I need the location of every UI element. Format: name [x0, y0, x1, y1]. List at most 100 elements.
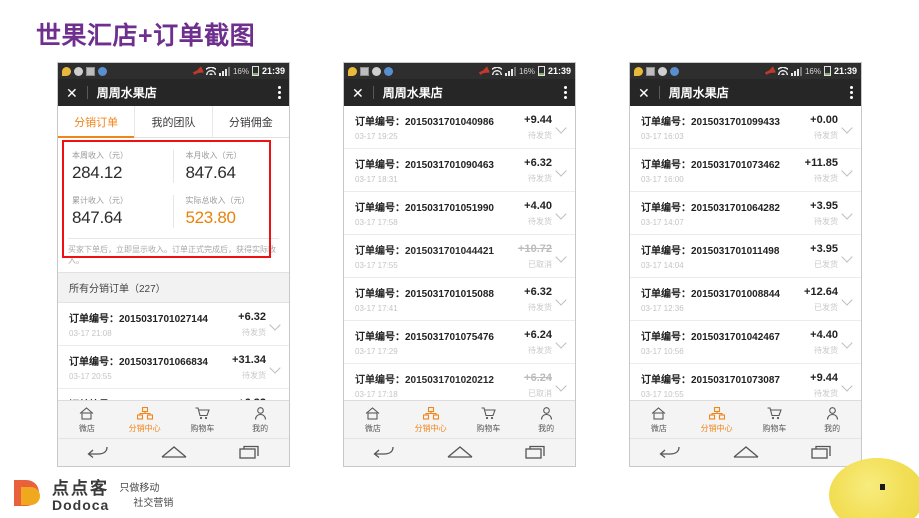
order-amount: +11.85 [804, 156, 838, 169]
order-time: 03-17 17:55 [355, 261, 398, 270]
order-number: 订单编号：2015031701027144 [69, 314, 208, 325]
order-amount: +31.34 [232, 353, 266, 366]
order-time: 03-17 17:58 [355, 218, 398, 227]
order-row[interactable]: 订单编号：2015031701008844 03-17 12:36 +12.64… [630, 278, 861, 321]
chevron-down-icon[interactable] [270, 362, 281, 373]
chevron-down-icon[interactable] [842, 294, 853, 305]
chevron-down-icon[interactable] [556, 380, 567, 391]
chevron-down-icon[interactable] [842, 122, 853, 133]
recents-icon[interactable] [498, 445, 575, 459]
photo-icon [360, 66, 369, 76]
nav-item-profile[interactable]: 我的 [231, 401, 289, 438]
order-row[interactable]: 订单编号：2015031701020212 03-17 17:18 +6.24 … [344, 364, 575, 400]
nav-item-distribution[interactable]: 分销中心 [116, 401, 174, 438]
order-row[interactable]: 订单编号：2015031701040986 03-17 19:25 +9.44 … [344, 106, 575, 149]
nav-item-cart[interactable]: 购物车 [460, 401, 518, 438]
nav-item-store[interactable]: 微店 [630, 401, 688, 438]
nav-item-store[interactable]: 微店 [58, 401, 116, 438]
order-time: 03-17 21:08 [69, 329, 112, 338]
chevron-down-icon[interactable] [842, 337, 853, 348]
android-soft-keys [344, 438, 575, 466]
close-icon[interactable]: ✕ [66, 86, 78, 100]
chevron-down-icon[interactable] [556, 208, 567, 219]
order-row[interactable]: 订单编号：2015031701051990 03-17 17:58 +4.40 … [344, 192, 575, 235]
order-list-1[interactable]: 订单编号：2015031701027144 03-17 21:08 +6.32 … [58, 303, 289, 400]
phone-screenshot-3: 16% 21:39 ✕ 周周水果店 订单编号：2015031701099433 … [629, 62, 862, 467]
chevron-down-icon[interactable] [842, 251, 853, 262]
order-number: 订单编号：2015031701015088 [355, 289, 494, 300]
order-row[interactable]: 订单编号：2015031701044421 03-17 17:55 +10.72… [344, 235, 575, 278]
back-icon[interactable] [630, 445, 707, 459]
recents-icon[interactable] [212, 445, 289, 459]
dodoca-logo-icon [12, 478, 46, 514]
nav-item-profile[interactable]: 我的 [517, 401, 575, 438]
order-status: 待发货 [528, 345, 552, 355]
chevron-down-icon[interactable] [842, 165, 853, 176]
order-row[interactable]: 订单编号：2015031701099433 03-17 16:03 +0.00 … [630, 106, 861, 149]
chevron-down-icon[interactable] [556, 122, 567, 133]
weather-icon [62, 66, 71, 76]
weather-icon [348, 66, 357, 76]
nav-item-store[interactable]: 微店 [344, 401, 402, 438]
logo-name-en: Dodoca [52, 496, 110, 513]
overflow-menu-icon[interactable] [564, 86, 567, 99]
person-icon [517, 406, 575, 421]
order-amount: +3.95 [810, 242, 838, 255]
income-label: 本月收入（元） [185, 151, 242, 160]
order-list-2[interactable]: 订单编号：2015031701040986 03-17 19:25 +9.44 … [344, 106, 575, 400]
order-row[interactable]: 订单编号：2015031701073087 03-17 10:55 +9.44 … [630, 364, 861, 400]
tab-distribution-orders[interactable]: 分销订单 [58, 106, 136, 138]
chevron-down-icon[interactable] [556, 337, 567, 348]
back-icon[interactable] [58, 445, 135, 459]
nav-item-distribution[interactable]: 分销中心 [688, 401, 746, 438]
nav-item-profile[interactable]: 我的 [803, 401, 861, 438]
close-icon[interactable]: ✕ [352, 86, 364, 100]
home-icon[interactable] [707, 445, 784, 459]
back-icon[interactable] [344, 445, 421, 459]
order-row[interactable]: 订单编号：2015031701090463 03-17 18:31 +6.32 … [344, 149, 575, 192]
order-list-3[interactable]: 订单编号：2015031701099433 03-17 16:03 +0.00 … [630, 106, 861, 400]
battery-percent: 16% [518, 66, 535, 76]
chevron-down-icon[interactable] [842, 380, 853, 391]
close-icon[interactable]: ✕ [638, 86, 650, 100]
order-row[interactable]: 订单编号：2015031701066834 03-17 20:55 +31.34… [58, 346, 289, 389]
order-row[interactable]: 订单编号：2015031701064282 03-17 14:07 +3.95 … [630, 192, 861, 235]
order-number: 订单编号：2015031701090463 [355, 160, 494, 171]
order-amount: +0.00 [810, 113, 838, 126]
chevron-down-icon[interactable] [556, 165, 567, 176]
order-number: 订单编号：2015031701066834 [69, 357, 208, 368]
order-row[interactable]: 订单编号：2015031701075476 03-17 17:29 +6.24 … [344, 321, 575, 364]
nav-label: 分销中心 [414, 424, 447, 433]
tab-my-team[interactable]: 我的团队 [135, 106, 213, 137]
chevron-down-icon[interactable] [270, 319, 281, 330]
cart-icon [460, 406, 518, 421]
order-row[interactable]: 订单编号：2015031701011498 03-17 14:04 +3.95 … [630, 235, 861, 278]
nav-item-distribution[interactable]: 分销中心 [402, 401, 460, 438]
chevron-down-icon[interactable] [556, 251, 567, 262]
order-row[interactable]: 订单编号：2015031701015088 03-17 17:41 +6.32 … [344, 278, 575, 321]
home-icon[interactable] [421, 445, 498, 459]
nav-item-cart[interactable]: 购物车 [746, 401, 804, 438]
home-icon[interactable] [135, 445, 212, 459]
chevron-down-icon[interactable] [842, 208, 853, 219]
order-row[interactable]: 订单编号：2015031701073462 03-17 16:00 +11.85… [630, 149, 861, 192]
nav-label: 微店 [364, 424, 381, 433]
order-row[interactable]: 订单编号：2015031701027144 03-17 21:08 +6.32 … [58, 303, 289, 346]
overflow-menu-icon[interactable] [278, 86, 281, 99]
income-cell-week: 本周收入（元） 284.12 [60, 144, 174, 189]
income-value: 523.80 [185, 208, 237, 227]
order-number: 订单编号：2015031701011498 [641, 246, 780, 257]
overflow-menu-icon[interactable] [850, 86, 853, 99]
recents-icon[interactable] [784, 445, 861, 459]
tab-commission[interactable]: 分销佣金 [213, 106, 289, 137]
status-time: 21:39 [547, 66, 571, 76]
order-row[interactable]: 订单编号：2015031701009766 03-17 20:37 +6.32 … [58, 389, 289, 400]
order-number: 订单编号：2015031701073087 [641, 375, 780, 386]
order-number: 订单编号：2015031701075476 [355, 332, 494, 343]
nav-item-cart[interactable]: 购物车 [174, 401, 232, 438]
chevron-down-icon[interactable] [556, 294, 567, 305]
order-number: 订单编号：2015031701099433 [641, 117, 780, 128]
order-row[interactable]: 订单编号：2015031701042467 03-17 10:56 +4.40 … [630, 321, 861, 364]
status-time: 21:39 [833, 66, 857, 76]
order-status: 待发货 [528, 216, 552, 226]
